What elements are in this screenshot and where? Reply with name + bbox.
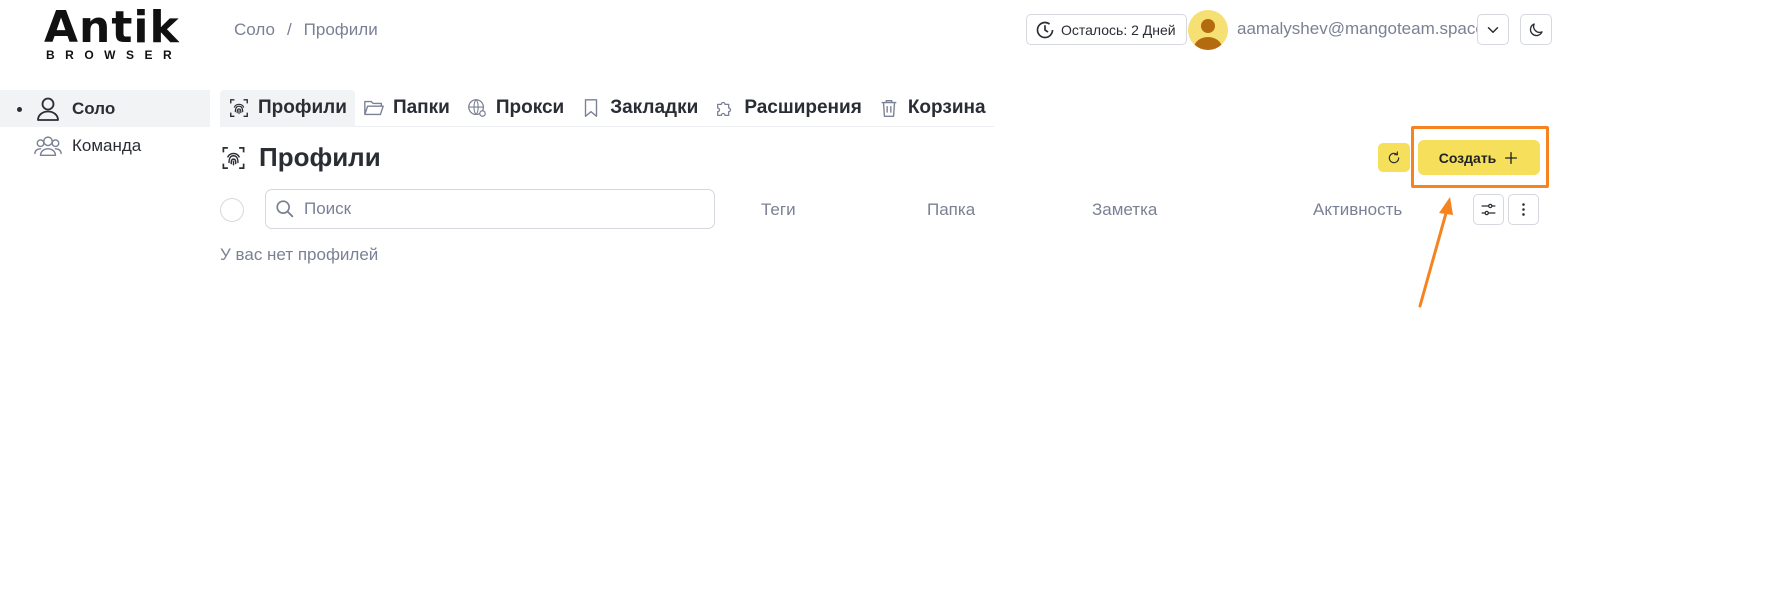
page-title: Профили [259,142,381,172]
tab-extensions[interactable]: Расширения [706,90,870,127]
user-email[interactable]: aamalyshev@mangoteam.space [1237,19,1485,39]
sidebar-item-solo[interactable]: Соло [0,90,210,127]
column-header-note[interactable]: Заметка [1092,200,1157,220]
refresh-icon [1388,150,1400,163]
column-header-tags[interactable]: Теги [761,200,796,220]
page-header: Профили [220,142,381,173]
column-header-activity[interactable]: Активность [1313,200,1402,220]
avatar[interactable] [1188,10,1228,50]
sliders-icon [1481,203,1496,216]
sidebar-item-team[interactable]: Команда [0,127,210,164]
main-tabs: Профили Папки Прокси Закладки Расширения… [220,89,994,127]
tab-label: Профили [258,97,347,118]
breadcrumb-current: Профили [303,20,378,39]
tab-label: Прокси [495,97,565,118]
tab-label: Расширения [744,97,862,118]
theme-toggle-button[interactable] [1520,14,1552,45]
sidebar-item-label: Соло [72,98,116,118]
sidebar-item-label: Команда [72,135,142,155]
sidebar: Соло Команда [0,90,210,164]
app-page: Antik BROWSER Соло / Профили Осталось: 2… [0,0,1770,610]
fingerprint-icon [230,99,248,117]
clock-icon [1036,21,1054,38]
tab-profiles[interactable]: Профили [220,89,355,127]
logo-sub-text: BROWSER [46,48,183,62]
annotation-highlight-box [1411,126,1549,188]
breadcrumb-separator: / [286,20,292,39]
user-icon [37,97,59,121]
puzzle-icon [717,101,732,116]
active-dot [17,107,22,112]
breadcrumb-root[interactable]: Соло [234,20,275,40]
tab-proxies[interactable]: Прокси [458,90,572,127]
moon-icon [1529,22,1543,36]
trial-badge[interactable]: Осталось: 2 Дней [1026,14,1187,45]
column-settings-button[interactable] [1473,194,1504,225]
logo-main-text: Antik [44,2,180,53]
tab-label: Корзина [907,97,986,118]
search-icon [276,200,294,218]
logo[interactable]: Antik BROWSER [44,4,179,63]
search-field[interactable] [265,189,715,229]
folder-icon [364,100,384,116]
tab-bookmarks[interactable]: Закладки [572,90,706,127]
tab-label: Закладки [610,97,699,118]
more-vertical-icon [1522,203,1525,216]
chevron-down-icon [1487,26,1499,33]
bookmark-icon [585,99,598,117]
refresh-button[interactable] [1378,143,1410,172]
breadcrumb: Соло / Профили [234,20,378,40]
trash-icon [881,99,897,117]
account-menu-button[interactable] [1477,14,1509,45]
column-header-folder[interactable]: Папка [927,200,975,220]
trial-text: Осталось: 2 Дней [1061,21,1176,38]
tab-trash[interactable]: Корзина [870,90,994,127]
select-all-checkbox[interactable] [220,198,244,222]
empty-state-text: У вас нет профилей [220,245,379,264]
fingerprint-icon [222,146,245,169]
more-options-button[interactable] [1508,194,1539,225]
globe-icon [467,99,486,117]
avatar-user-icon [1194,19,1222,50]
tab-label: Папки [392,97,450,118]
team-icon [34,136,62,157]
annotation-arrow-icon [1418,197,1453,308]
tab-folders[interactable]: Папки [355,90,458,127]
search-input[interactable] [304,196,704,222]
